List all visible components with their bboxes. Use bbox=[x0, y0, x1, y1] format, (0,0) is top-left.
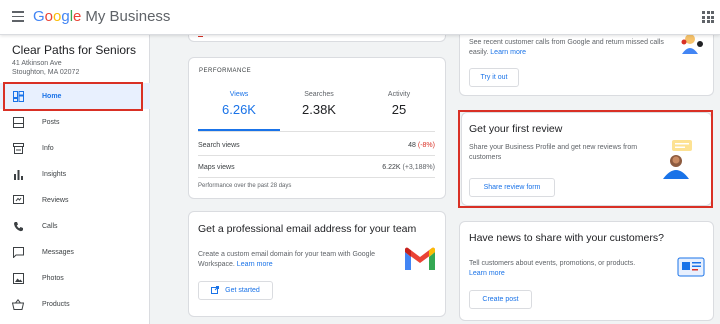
learn-more-link[interactable]: Learn more bbox=[490, 49, 526, 56]
apps-grid-icon[interactable] bbox=[702, 11, 714, 23]
address-line-2: Stoughton, MA 02072 bbox=[12, 69, 80, 76]
google-my-business-logo[interactable]: Google My Business bbox=[33, 8, 170, 25]
sidebar-item-reviews[interactable]: Reviews bbox=[0, 187, 150, 213]
metric-name: Views bbox=[229, 91, 249, 98]
learn-more-link[interactable]: Learn more bbox=[237, 261, 273, 268]
basket-icon bbox=[12, 298, 24, 310]
logo-product-text: My Business bbox=[85, 8, 171, 25]
stat-label: Search views bbox=[198, 142, 240, 149]
stat-change: (+3,188%) bbox=[402, 164, 436, 171]
top-app-bar: Google My Business bbox=[0, 0, 720, 35]
performance-label: PERFORMANCE bbox=[199, 68, 252, 74]
sidebar-item-products[interactable]: Products bbox=[0, 291, 150, 317]
row-divider bbox=[198, 177, 435, 178]
email-card-text: Create a custom email domain for your te… bbox=[198, 251, 376, 268]
metric-divider bbox=[198, 131, 435, 132]
news-card-title: Have news to share with your customers? bbox=[469, 232, 664, 244]
storefront-icon bbox=[12, 142, 24, 154]
learn-more-link[interactable]: Learn more bbox=[469, 270, 505, 277]
sidebar-item-label: Info bbox=[42, 144, 54, 152]
sidebar-item-label: Products bbox=[42, 300, 70, 308]
stat-row-search-views: Search views 48 (-8%) bbox=[198, 142, 435, 149]
posts-icon bbox=[12, 116, 24, 128]
active-metric-underline bbox=[198, 129, 280, 131]
messages-icon bbox=[12, 246, 24, 258]
sidebar-item-insights[interactable]: Insights bbox=[0, 161, 150, 187]
news-card: Have news to share with your customers? … bbox=[459, 221, 714, 321]
sidebar-item-label: Reviews bbox=[42, 196, 69, 204]
sidebar: Clear Paths for Seniors 41 Atkinson Ave … bbox=[0, 35, 150, 324]
news-illustration bbox=[676, 256, 706, 283]
sidebar-item-label: Insights bbox=[42, 170, 67, 178]
business-address: 41 Atkinson Ave Stoughton, MA 02072 bbox=[12, 59, 79, 77]
calls-card-text: See recent customer calls from Google an… bbox=[469, 39, 664, 56]
metric-value: 25 bbox=[391, 102, 407, 117]
sidebar-nav: Home Posts Info Insights Reviews Calls M… bbox=[0, 83, 150, 317]
performance-footnote: Performance over the past 28 days bbox=[198, 183, 292, 189]
sidebar-item-label: Messages bbox=[42, 248, 74, 256]
stat-change: (-8%) bbox=[417, 142, 435, 149]
try-it-out-button[interactable]: Try it out bbox=[469, 68, 519, 87]
row-divider bbox=[198, 155, 435, 156]
review-card-highlight-box bbox=[458, 110, 713, 208]
metric-name: Searches bbox=[304, 91, 334, 98]
sidebar-item-info[interactable]: Info bbox=[0, 135, 150, 161]
sidebar-item-label: Posts bbox=[42, 118, 60, 126]
stat-value: 6.22K bbox=[382, 164, 401, 171]
metric-value: 6.26K bbox=[222, 102, 256, 117]
sidebar-item-label: Calls bbox=[42, 222, 58, 230]
stat-row-maps-views: Maps views 6.22K (+3,188%) bbox=[198, 164, 435, 171]
metric-value: 2.38K bbox=[302, 102, 336, 117]
get-started-button[interactable]: Get started bbox=[198, 281, 273, 300]
logo-google-text: Google bbox=[33, 8, 82, 25]
sidebar-item-label: Photos bbox=[42, 274, 64, 282]
email-card-title: Get a professional email address for you… bbox=[198, 223, 417, 235]
sidebar-item-photos[interactable]: Photos bbox=[0, 265, 150, 291]
sidebar-item-calls[interactable]: Calls bbox=[0, 213, 150, 239]
business-name: Clear Paths for Seniors bbox=[12, 43, 137, 57]
sidebar-item-posts[interactable]: Posts bbox=[0, 109, 150, 135]
create-post-button[interactable]: Create post bbox=[469, 290, 532, 309]
external-link-icon bbox=[211, 285, 220, 296]
photos-icon bbox=[12, 272, 24, 284]
performance-card: PERFORMANCE Views 6.26K Searches 2.38K A… bbox=[188, 57, 446, 199]
bar-chart-icon bbox=[12, 168, 24, 180]
sidebar-item-messages[interactable]: Messages bbox=[0, 239, 150, 265]
home-highlight-box bbox=[3, 82, 143, 111]
email-card: Get a professional email address for you… bbox=[188, 211, 446, 317]
reviews-icon bbox=[12, 194, 24, 206]
stat-label: Maps views bbox=[198, 164, 235, 171]
gmail-logo-icon bbox=[403, 246, 437, 277]
metric-views[interactable]: Views 6.26K bbox=[204, 91, 274, 117]
hamburger-menu-icon[interactable] bbox=[12, 11, 24, 22]
metric-name: Activity bbox=[387, 91, 411, 98]
metric-activity[interactable]: Activity 25 bbox=[364, 91, 434, 117]
metric-searches[interactable]: Searches 2.38K bbox=[284, 91, 354, 117]
address-line-1: 41 Atkinson Ave bbox=[12, 60, 62, 67]
stat-value: 48 bbox=[408, 142, 416, 149]
news-card-text: Tell customers about events, promotions,… bbox=[469, 260, 636, 277]
phone-icon bbox=[12, 220, 24, 232]
